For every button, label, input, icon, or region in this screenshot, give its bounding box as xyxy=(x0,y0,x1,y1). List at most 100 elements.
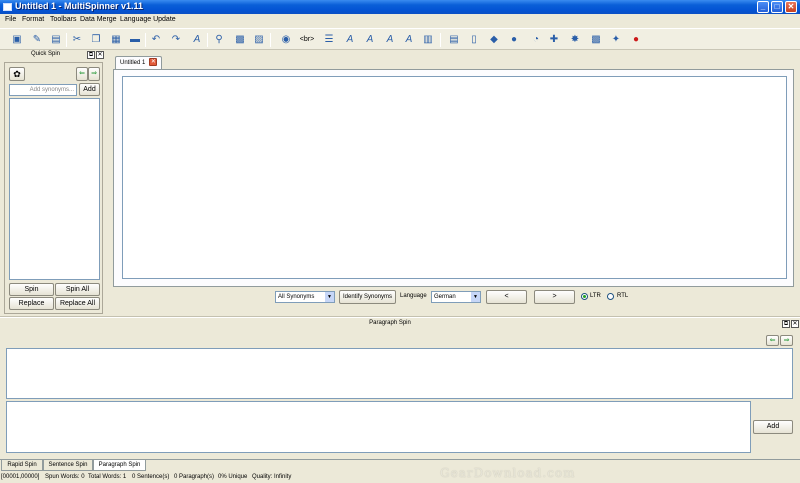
float-panel-icon[interactable]: ⧉ xyxy=(782,320,790,328)
tab-paragraph-spin[interactable]: Paragraph Spin xyxy=(93,460,146,471)
new-document-icon[interactable]: ▣ xyxy=(11,34,23,46)
menu-file[interactable]: File xyxy=(5,16,16,23)
article-editor[interactable] xyxy=(122,76,787,279)
close-panel-icon[interactable]: ✕ xyxy=(791,320,799,328)
menu-data-merge[interactable]: Data Merge xyxy=(80,16,117,23)
menu-format[interactable]: Format xyxy=(22,16,44,23)
spun-words: Spun Words: 0 xyxy=(45,474,85,480)
redo-icon[interactable]: ↷ xyxy=(170,34,182,46)
chevron-down-icon: ▼ xyxy=(471,292,480,302)
bottom-tabs: Rapid Spin Sentence Spin Paragraph Spin xyxy=(0,459,800,471)
add-synonym-button[interactable]: Add xyxy=(79,83,100,96)
replace-all-button[interactable]: Replace All xyxy=(55,297,100,310)
paragraph-input[interactable] xyxy=(6,401,751,453)
open-file-icon[interactable]: ▤ xyxy=(50,34,62,46)
cut-icon[interactable]: ✂ xyxy=(71,34,83,46)
spin-button[interactable]: Spin xyxy=(9,283,54,296)
font-a3-icon[interactable]: A xyxy=(384,34,396,46)
title-bar: Untitled 1 - MultiSpinner v1.11 _ □ ✕ xyxy=(0,0,800,14)
paste-icon[interactable]: ▦ xyxy=(110,34,122,46)
tab-untitled-1[interactable]: Untitled 1 ✕ xyxy=(115,56,163,70)
add-word-icon[interactable]: ✿ xyxy=(9,67,25,81)
identify-synonyms-button[interactable]: Identify Synonyms xyxy=(339,290,396,304)
next-button[interactable]: > xyxy=(534,290,575,304)
magic-icon[interactable]: ✸ xyxy=(569,34,581,46)
arrow-right-icon[interactable]: ⇒ xyxy=(88,67,100,81)
toolbar-separator xyxy=(270,33,271,47)
synonym-filter-select[interactable]: All Synonyms ▼ xyxy=(275,291,335,303)
arrow-left-icon[interactable]: ⇐ xyxy=(76,67,88,81)
spin-all-button[interactable]: Spin All xyxy=(55,283,100,296)
copy-icon[interactable]: ❐ xyxy=(90,34,102,46)
edit-document-icon[interactable]: ✎ xyxy=(31,34,43,46)
ltr-radio[interactable] xyxy=(581,293,588,300)
editor-controls: All Synonyms ▼ Identify Synonyms Languag… xyxy=(111,288,794,306)
gem-icon[interactable]: ◆ xyxy=(488,34,500,46)
tab-label: Untitled 1 xyxy=(120,60,146,66)
rtl-radio[interactable] xyxy=(607,293,614,300)
synonym-filter-value: All Synonyms xyxy=(278,294,315,300)
quick-spin-panel: Quick Spin ⧉ ✕ ✿ ⇐ ⇒ Add synonyms... Add… xyxy=(3,50,104,314)
editor-frame xyxy=(113,69,794,287)
insert-br-button[interactable]: <br> xyxy=(298,34,316,46)
synonym-list[interactable] xyxy=(9,98,100,280)
menu-bar: File Format Toolbars Data Merge Language… xyxy=(0,14,800,27)
tab-sentence-spin[interactable]: Sentence Spin xyxy=(43,460,93,471)
toolbar-separator xyxy=(145,33,146,47)
add-icon[interactable]: ✚ xyxy=(548,34,560,46)
language-label: Language xyxy=(400,293,427,299)
maximize-button[interactable]: □ xyxy=(771,1,783,13)
quick-spin-title: Quick Spin xyxy=(30,51,60,57)
quality: Quality: Infinity xyxy=(252,474,292,480)
font-a2-icon[interactable]: A xyxy=(364,34,376,46)
paragraph-display[interactable] xyxy=(6,348,793,399)
status-bar: [00001,00000] Spun Words: 0 Total Words:… xyxy=(0,471,800,483)
cursor-position: [00001,00000] xyxy=(1,474,40,480)
settings-icon[interactable]: ✦ xyxy=(610,34,622,46)
arrow-left-icon[interactable]: ⇐ xyxy=(766,335,779,346)
menu-language-update[interactable]: Language Update xyxy=(120,16,176,23)
format-icon[interactable]: ▬ xyxy=(129,34,141,46)
language-value: German xyxy=(434,294,456,300)
tools-icon[interactable]: ▩ xyxy=(590,34,602,46)
menu-toolbars[interactable]: Toolbars xyxy=(50,16,76,23)
notes-icon[interactable]: ▤ xyxy=(448,34,460,46)
add-paragraph-button[interactable]: Add xyxy=(753,420,793,434)
editor-area: Untitled 1 ✕ All Synonyms ▼ Identify Syno… xyxy=(111,56,794,315)
camera-icon[interactable]: ▩ xyxy=(234,34,246,46)
synonyms-input[interactable]: Add synonyms... xyxy=(9,84,77,96)
section-divider xyxy=(0,316,800,318)
font-icon[interactable]: A xyxy=(191,34,203,46)
globe-icon[interactable]: ◉ xyxy=(280,34,292,46)
chart-icon[interactable]: ▥ xyxy=(422,34,434,46)
replace-button[interactable]: Replace xyxy=(9,297,54,310)
language-select[interactable]: German ▼ xyxy=(431,291,481,303)
total-words: Total Words: 1 xyxy=(88,474,127,480)
close-panel-icon[interactable]: ✕ xyxy=(96,51,104,59)
toolbar: ▣ ✎ ▤ ✂ ❐ ▦ ▬ ↶ ↷ A ⚲ ▩ ▨ ◉ <br> ☰ A A A… xyxy=(0,28,800,50)
arrow-right-icon[interactable]: ⇒ xyxy=(780,335,793,346)
paragraph-count: 0 Paragraph(s) xyxy=(174,474,215,480)
quick-spin-header: Quick Spin ⧉ ✕ xyxy=(3,50,104,60)
ltr-label: LTR xyxy=(590,293,601,299)
page-icon[interactable]: ▯ xyxy=(468,34,480,46)
font-a4-icon[interactable]: A xyxy=(403,34,415,46)
close-button[interactable]: ✕ xyxy=(785,1,797,13)
green-globe-icon[interactable]: ● xyxy=(508,34,520,46)
float-panel-icon[interactable]: ⧉ xyxy=(87,51,95,59)
font-a-icon[interactable]: A xyxy=(344,34,356,46)
previous-button[interactable]: < xyxy=(486,290,527,304)
lock-icon[interactable]: ▨ xyxy=(253,34,265,46)
toolbar-separator xyxy=(66,33,67,47)
stop-icon[interactable]: ● xyxy=(630,34,642,46)
refresh-icon[interactable]: ◔ xyxy=(530,34,542,46)
paragraph-spin-title: Paragraph Spin xyxy=(369,320,411,326)
list-icon[interactable]: ☰ xyxy=(323,34,335,46)
paragraph-spin-header: Paragraph Spin ⧉ ✕ xyxy=(0,319,800,329)
tab-close-icon[interactable]: ✕ xyxy=(149,58,158,67)
find-icon[interactable]: ⚲ xyxy=(213,34,225,46)
tab-rapid-spin[interactable]: Rapid Spin xyxy=(1,460,43,471)
undo-icon[interactable]: ↶ xyxy=(150,34,162,46)
app-icon xyxy=(3,3,12,11)
minimize-button[interactable]: _ xyxy=(757,1,769,13)
